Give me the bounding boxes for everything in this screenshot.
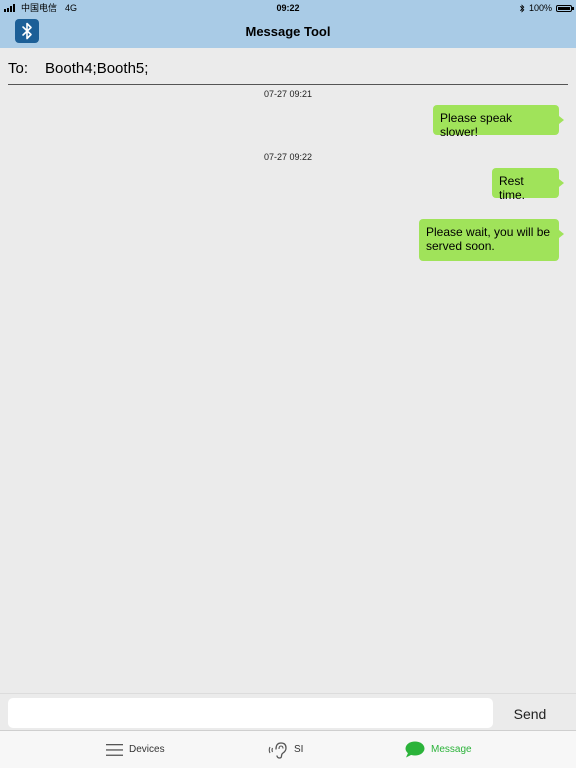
status-right: 100% [519,0,574,16]
status-time: 09:22 [276,3,300,13]
menu-lines-icon [106,743,123,756]
bluetooth-icon [22,22,32,40]
message-bubble[interactable]: Please speak slower! [433,105,564,139]
tab-devices[interactable]: Devices [106,731,165,768]
bluetooth-button[interactable] [15,19,39,43]
message-bubble[interactable]: Rest time. [492,168,564,202]
tab-si[interactable]: SI [268,731,303,768]
message-text: Please wait, you will be served soon. [426,225,551,253]
message-timestamp: 07-27 09:21 [263,89,313,99]
tab-label: Message [431,744,472,755]
bluetooth-status-icon [519,3,525,13]
recipients-value[interactable]: Booth4;Booth5; [45,58,148,80]
battery-icon [556,4,574,12]
tab-label: Devices [129,744,165,755]
nav-bar: Message Tool [0,16,576,48]
send-button[interactable]: Send [500,698,560,728]
composer-bar: Send [0,693,576,731]
battery-percent: 100% [528,3,552,13]
tab-message[interactable]: Message [405,731,472,768]
message-bubble[interactable]: Please wait, you will be served soon. [419,219,564,261]
page-title: Message Tool [245,24,331,39]
status-bar: 中国电信 4G 09:22 100% [0,0,576,16]
ear-sound-icon [268,741,287,759]
chat-bubble-icon [405,741,425,758]
message-timestamp: 07-27 09:22 [263,152,313,162]
message-text: Rest time. [499,174,526,202]
recipients-row[interactable]: To: Booth4;Booth5; [8,55,568,85]
message-input[interactable] [8,698,493,728]
tab-label: SI [294,744,304,755]
recipients-label: To: [8,60,29,77]
tab-bar: Devices SI Message [0,730,576,768]
message-text: Please speak slower! [440,111,513,139]
